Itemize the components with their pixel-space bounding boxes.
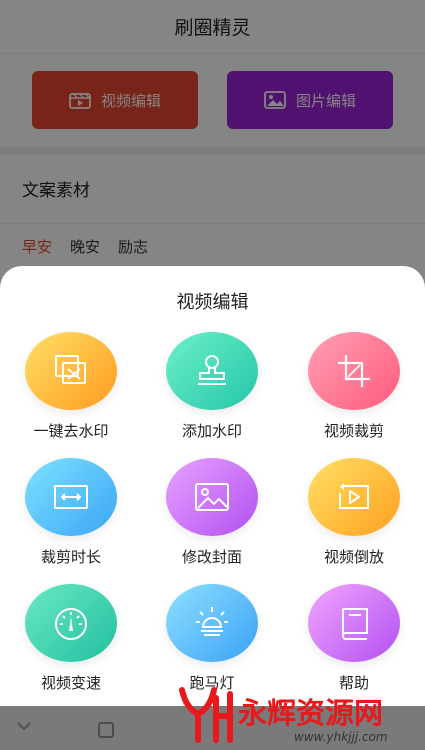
tool-remove-watermark[interactable]: 一键去水印	[6, 332, 136, 441]
crop-icon	[338, 355, 370, 387]
book-icon	[342, 608, 368, 640]
image-cover-icon	[195, 483, 229, 511]
tool-circle	[166, 332, 258, 410]
tool-label: 视频倒放	[323, 548, 384, 566]
tool-circle	[25, 458, 117, 536]
tool-video-crop[interactable]: 视频裁剪	[289, 332, 419, 441]
watermark-text: 永辉资源网	[238, 696, 384, 730]
sheet-title: 视频编辑	[176, 292, 249, 313]
tool-circle	[25, 584, 117, 662]
tool-add-watermark[interactable]: 添加水印	[147, 332, 277, 441]
tool-label: 添加水印	[181, 422, 242, 440]
tool-label: 视频变速	[40, 674, 101, 692]
stamp-icon	[198, 355, 226, 385]
tool-circle	[308, 332, 400, 410]
home-square-icon[interactable]	[98, 722, 114, 738]
tool-trim-duration[interactable]: 裁剪时长	[6, 458, 136, 567]
tool-reverse-play[interactable]: 视频倒放	[289, 458, 419, 567]
reverse-play-icon	[339, 483, 369, 509]
tool-label: 视频裁剪	[323, 422, 384, 440]
tool-circle	[308, 584, 400, 662]
trim-duration-icon	[54, 485, 88, 509]
tool-circle	[25, 332, 117, 410]
tool-label: 修改封面	[181, 548, 242, 566]
watermark-logo	[179, 687, 233, 743]
tool-circle	[308, 458, 400, 536]
tool-label: 裁剪时长	[40, 548, 101, 566]
tool-label: 一键去水印	[33, 422, 109, 440]
video-edit-sheet: 视频编辑 一键去水印 添加水印 视频裁剪 裁剪时长 修改封面 视频倒放 视频变速…	[0, 266, 425, 706]
lamp-icon	[196, 607, 228, 636]
watermark-url: www.yhkjjj.com	[294, 730, 388, 744]
back-chevron-icon[interactable]	[16, 718, 32, 734]
tool-change-cover[interactable]: 修改封面	[147, 458, 277, 567]
tool-circle	[166, 458, 258, 536]
site-watermark: 永辉资源网 www.yhkjjj.com	[176, 682, 425, 750]
tool-help[interactable]: 帮助	[289, 584, 419, 693]
watermark-remove-icon	[55, 355, 86, 384]
speedometer-icon	[55, 608, 87, 640]
tool-circle	[166, 584, 258, 662]
tool-video-speed[interactable]: 视频变速	[6, 584, 136, 693]
tool-marquee[interactable]: 跑马灯	[147, 584, 277, 693]
